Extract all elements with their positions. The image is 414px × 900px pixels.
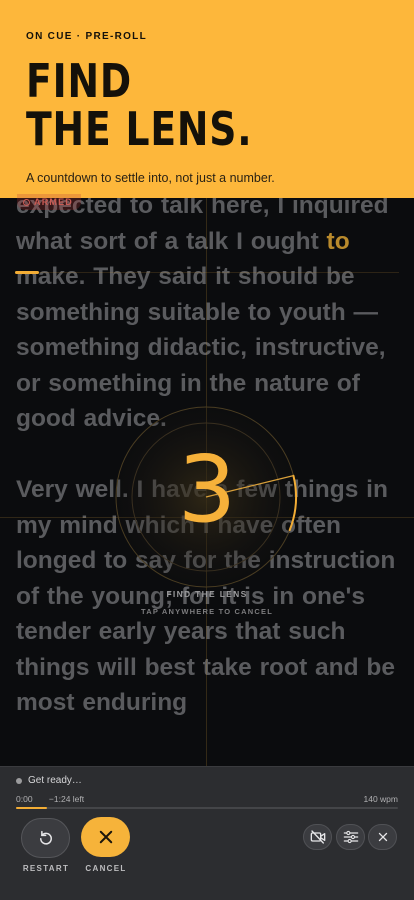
- armed-badge: ARMED: [17, 194, 81, 210]
- status-dot: [16, 777, 22, 784]
- subtitle: A countdown to settle into, not just a n…: [26, 171, 275, 185]
- elapsed-time: 0:00: [16, 794, 33, 804]
- status-text: Get ready…: [28, 775, 82, 786]
- script-paragraph-1: expected to talk here, I inquired what s…: [16, 188, 411, 437]
- cancel-label: CANCEL: [85, 864, 127, 873]
- sliders-icon: [343, 830, 358, 844]
- close-icon: [378, 832, 387, 842]
- close-button[interactable]: [368, 824, 397, 850]
- eyebrow: ON CUE · PRE-ROLL: [26, 31, 147, 42]
- armed-label: ARMED: [34, 197, 73, 207]
- wpm-readout: 140 wpm: [363, 794, 399, 804]
- page-title: FIND THE LENS.: [26, 57, 403, 153]
- title-line-1: FIND: [26, 54, 132, 108]
- settings-button[interactable]: [336, 824, 365, 850]
- restart-label: RESTART: [22, 864, 70, 873]
- camera-toggle-button[interactable]: [303, 824, 332, 850]
- script-segment: make. They said it should be something s…: [16, 263, 386, 432]
- script-text: expected to talk here, I inquired what s…: [16, 188, 411, 721]
- close-icon: [99, 830, 112, 844]
- header-card: ON CUE · PRE-ROLL FIND THE LENS. A count…: [0, 0, 414, 198]
- armed-indicator-icon: [23, 198, 30, 206]
- progress-track[interactable]: [16, 807, 398, 809]
- progress-fill: [16, 807, 47, 809]
- title-line-2: THE LENS.: [26, 102, 253, 156]
- restart-button[interactable]: [21, 818, 70, 858]
- cancel-button[interactable]: [81, 817, 130, 857]
- status-row: Get ready…: [16, 775, 82, 786]
- camera-off-icon: [310, 830, 325, 844]
- restart-icon: [39, 830, 52, 845]
- script-paragraph-2: Very well. I have a few things in my min…: [16, 476, 396, 716]
- time-readout: 0:00 −1:24 left: [16, 794, 84, 804]
- script-current-word: to: [326, 227, 350, 255]
- remaining-time: −1:24 left: [48, 794, 85, 804]
